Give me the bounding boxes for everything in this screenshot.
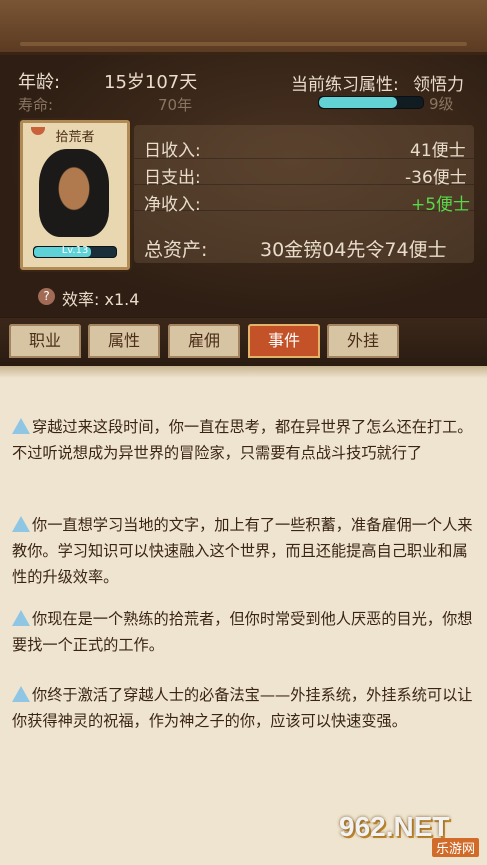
daily-expense-label: 日支出: bbox=[144, 168, 201, 188]
total-assets-label: 总资产: bbox=[144, 239, 208, 261]
daily-expense-value: -36便士 bbox=[405, 168, 467, 188]
tab-events[interactable]: 事件 bbox=[248, 324, 320, 358]
lifespan-label: 寿命: bbox=[18, 96, 54, 114]
character-portrait-card[interactable]: 拾荒者 Lv.13 bbox=[20, 120, 130, 270]
help-icon[interactable]: ? bbox=[38, 288, 55, 305]
net-income-label: 净收入: bbox=[144, 195, 201, 215]
event-triangle-icon bbox=[12, 610, 30, 626]
daily-income-label: 日收入: bbox=[144, 141, 201, 161]
tab-bar: 职业 属性 雇佣 事件 外挂 bbox=[0, 318, 487, 366]
tab-cheat[interactable]: 外挂 bbox=[327, 324, 399, 358]
event-text: 你现在是一个熟练的拾荒者，但你时常受到他人厌恶的目光，你想要找一个正式的工作。 bbox=[12, 610, 473, 654]
level-text: Lv.13 bbox=[61, 245, 89, 256]
event-text: 你终于激活了穿越人士的必备法宝——外挂系统，外挂系统可以让你获得神灵的祝福，作为… bbox=[12, 686, 473, 730]
practice-progress-bar bbox=[318, 96, 424, 109]
practice-value: 领悟力 bbox=[413, 75, 464, 95]
tab-profession[interactable]: 职业 bbox=[9, 324, 81, 358]
event-entry: 你现在是一个熟练的拾荒者，但你时常受到他人厌恶的目光，你想要找一个正式的工作。 bbox=[12, 606, 478, 658]
event-text: 穿越过来这段时间，你一直在思考，都在异世界了怎么还在打工。不过听说想成为异世界的… bbox=[12, 418, 473, 462]
character-title: 拾荒者 bbox=[55, 130, 95, 145]
event-entry: 你一直想学习当地的文字，加上有了一些积蓄，准备雇佣一个人来教你。学习知识可以快速… bbox=[12, 512, 478, 590]
event-triangle-icon bbox=[12, 516, 30, 532]
tab-hire[interactable]: 雇佣 bbox=[168, 324, 240, 358]
event-triangle-icon bbox=[12, 686, 30, 702]
event-log: 穿越过来这段时间，你一直在思考，都在异世界了怎么还在打工。不过听说想成为异世界的… bbox=[0, 366, 487, 865]
practice-label: 当前练习属性: bbox=[291, 75, 399, 95]
total-assets-value: 30金镑04先令74便士 bbox=[260, 239, 447, 261]
practice-progress-fill bbox=[319, 97, 397, 108]
lifespan-value: 70年 bbox=[158, 96, 193, 114]
tab-attributes[interactable]: 属性 bbox=[88, 324, 160, 358]
event-text: 你一直想学习当地的文字，加上有了一些积蓄，准备雇佣一个人来教你。学习知识可以快速… bbox=[12, 516, 473, 586]
age-label: 年龄: bbox=[18, 72, 61, 93]
character-portrait bbox=[39, 149, 109, 237]
site-watermark: 962.NET 乐游网 bbox=[339, 811, 479, 857]
event-triangle-icon bbox=[12, 418, 30, 434]
event-entry: 你终于激活了穿越人士的必备法宝——外挂系统，外挂系统可以让你获得神灵的祝福，作为… bbox=[12, 682, 478, 734]
practice-level: 9级 bbox=[429, 95, 454, 113]
daily-income-value: 41便士 bbox=[410, 141, 466, 161]
top-frame bbox=[0, 0, 487, 55]
net-income-value: +5便士 bbox=[411, 195, 471, 215]
watermark-sub: 乐游网 bbox=[431, 838, 479, 857]
age-value: 15岁107天 bbox=[104, 72, 198, 93]
event-entry: 穿越过来这段时间，你一直在思考，都在异世界了怎么还在打工。不过听说想成为异世界的… bbox=[12, 414, 478, 466]
level-bar: Lv.13 bbox=[33, 245, 117, 258]
efficiency-text: 效率: x1.4 bbox=[62, 290, 140, 309]
